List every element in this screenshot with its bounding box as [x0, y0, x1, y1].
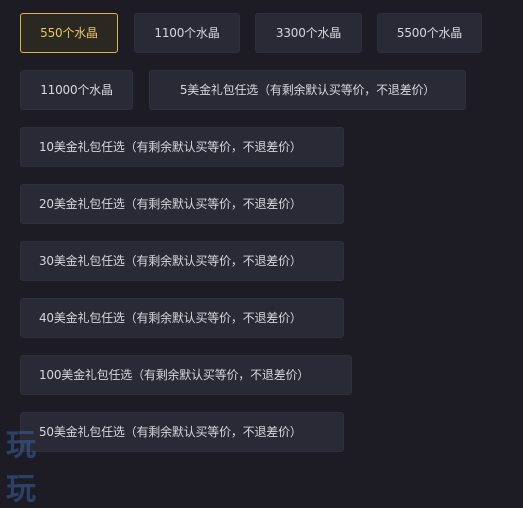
option-50usd-pack[interactable]: 50美金礼包任选（有剩余默认买等价，不退差价） — [20, 412, 344, 452]
option-550-crystals[interactable]: 550个水晶 — [20, 13, 118, 53]
option-30usd-pack[interactable]: 30美金礼包任选（有剩余默认买等价，不退差价） — [20, 241, 344, 281]
option-100usd-pack[interactable]: 100美金礼包任选（有剩余默认买等价，不退差价） — [20, 355, 352, 395]
option-5500-crystals[interactable]: 5500个水晶 — [377, 13, 482, 53]
option-10usd-pack[interactable]: 10美金礼包任选（有剩余默认买等价，不退差价） — [20, 127, 344, 167]
option-5usd-pack[interactable]: 5美金礼包任选（有剩余默认买等价，不退差价） — [149, 70, 466, 110]
option-40usd-pack[interactable]: 40美金礼包任选（有剩余默认买等价，不退差价） — [20, 298, 344, 338]
option-1100-crystals[interactable]: 1100个水晶 — [134, 13, 240, 53]
option-3300-crystals[interactable]: 3300个水晶 — [255, 13, 362, 53]
watermark-char: 玩 — [6, 472, 66, 507]
option-20usd-pack[interactable]: 20美金礼包任选（有剩余默认买等价，不退差价） — [20, 184, 344, 224]
option-11000-crystals[interactable]: 11000个水晶 — [20, 70, 133, 110]
